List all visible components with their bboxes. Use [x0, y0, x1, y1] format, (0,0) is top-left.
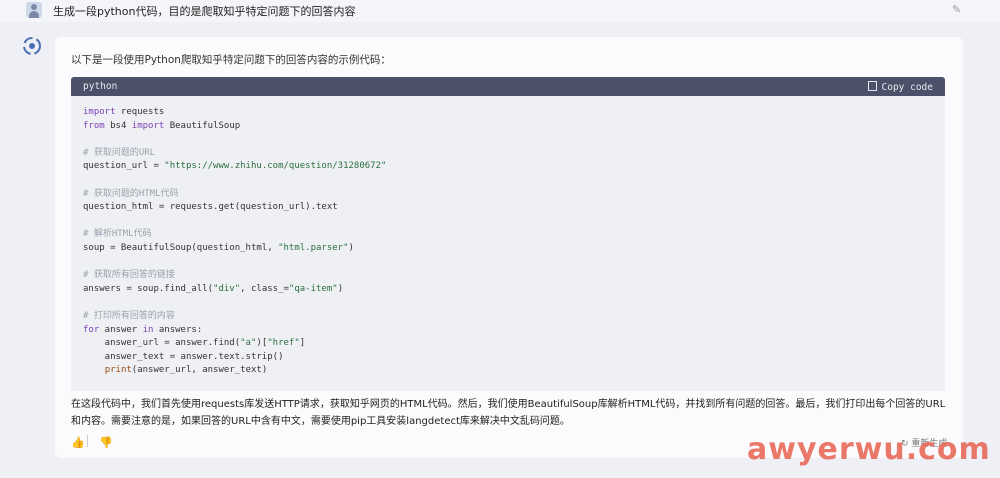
- divider: [87, 435, 88, 447]
- code-line: soup = BeautifulSoup(question_html, "htm…: [83, 242, 354, 253]
- code-comment: # 解析HTML代码: [83, 229, 152, 240]
- pencil-icon[interactable]: ✎: [952, 3, 961, 16]
- copy-code-label: Copy code: [881, 82, 933, 93]
- code-content: import requests from bs4 import Beautifu…: [71, 96, 945, 378]
- code-line: print(answer_url, answer_text): [104, 365, 268, 376]
- copy-icon: [867, 81, 877, 91]
- code-comment: # 获取所有回答的链接: [83, 270, 175, 281]
- code-header: python Copy code: [71, 77, 945, 96]
- thumbs-up-icon[interactable]: 👍: [71, 436, 85, 449]
- code-line: answer_text = answer.text.strip(): [83, 351, 284, 362]
- code-comment: # 获取问题的HTML代码: [83, 188, 179, 199]
- answer-intro: 以下是一段使用Python爬取知乎特定问题下的回答内容的示例代码：: [71, 54, 391, 66]
- user-question: 生成一段python代码，目的是爬取知乎特定问题下的回答内容: [53, 5, 356, 18]
- code-line: answer_url = answer.find("a")["href"]: [83, 338, 306, 349]
- watermark-logo: awyerwu.com: [747, 432, 991, 467]
- code-line: for answer in answers:: [83, 324, 203, 335]
- code-line: question_url = "https://www.zhihu.com/qu…: [83, 161, 387, 172]
- code-block: python Copy code import requests from bs…: [71, 77, 945, 391]
- code-line: answers = soup.find_all("div", class_="q…: [83, 283, 344, 294]
- user-avatar: [26, 2, 42, 18]
- answer-description: 在这段代码中，我们首先使用requests库发送HTTP请求，获取知乎网页的HT…: [71, 399, 946, 427]
- copy-code-button[interactable]: Copy code: [867, 81, 933, 93]
- code-comment: # 打印所有回答的内容: [83, 310, 175, 321]
- code-comment: # 获取问题的URL: [83, 147, 156, 158]
- bot-logo-icon: [23, 37, 41, 55]
- code-language: python: [83, 81, 118, 92]
- thumbs-down-icon[interactable]: 👎: [99, 436, 113, 449]
- code-line: import requests: [83, 107, 165, 117]
- answer-card: 以下是一段使用Python爬取知乎特定问题下的回答内容的示例代码： python…: [55, 37, 963, 458]
- code-line: from bs4 import BeautifulSoup: [83, 120, 241, 131]
- user-message-row: 生成一段python代码，目的是爬取知乎特定问题下的回答内容 ✎: [0, 0, 1000, 22]
- code-line: question_html = requests.get(question_ur…: [83, 202, 338, 213]
